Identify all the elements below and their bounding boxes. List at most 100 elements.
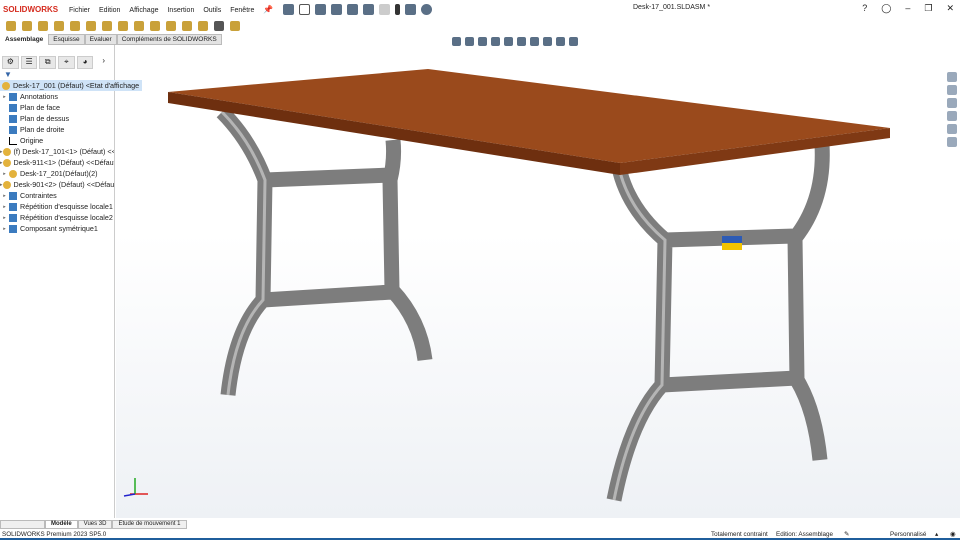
- zoom-to-fit-icon[interactable]: [452, 37, 461, 46]
- menu-5[interactable]: Fenêtre: [230, 7, 254, 14]
- mate-icon[interactable]: [22, 21, 32, 31]
- tree-item-label: Desk-901<2> (Défaut) <<Défaut>: [13, 180, 114, 189]
- section-view-icon[interactable]: [491, 37, 500, 46]
- property-manager-tab-icon[interactable]: ☰: [20, 56, 38, 69]
- appearances-icon[interactable]: [947, 124, 957, 134]
- tree-item[interactable]: Plan de face: [0, 102, 114, 113]
- tree-item[interactable]: Plan de dessus: [0, 113, 114, 124]
- units-selector[interactable]: Personnalisé: [890, 531, 926, 538]
- tree-item[interactable]: ▸ Contraintes: [0, 190, 114, 201]
- insert-component-icon[interactable]: [6, 21, 16, 31]
- view-palette-icon[interactable]: [947, 111, 957, 121]
- tree-item-label: Origine: [20, 136, 44, 145]
- dimxpert-tab-icon[interactable]: ⌖: [58, 56, 75, 69]
- new-icon[interactable]: [299, 3, 311, 15]
- snapshot-icon[interactable]: [214, 21, 224, 31]
- options-icon[interactable]: [421, 3, 433, 15]
- tree-item[interactable]: Origine: [0, 135, 114, 146]
- feature-manager-tab-icon[interactable]: ⚙: [2, 56, 19, 69]
- expand-arrow-icon[interactable]: ▸: [0, 94, 9, 100]
- help-icon[interactable]: ?: [862, 3, 867, 14]
- tab-bottom-0[interactable]: Modèle: [45, 520, 78, 529]
- tree-item[interactable]: Plan de droite: [0, 124, 114, 135]
- tree-item[interactable]: ▸ Desk-901<2> (Défaut) <<Défaut>: [0, 179, 114, 190]
- file-properties-icon[interactable]: [405, 3, 417, 15]
- expand-arrow-icon[interactable]: ▸: [0, 171, 9, 177]
- rebuild-status-icon[interactable]: ✎: [844, 531, 849, 538]
- tab-command-3[interactable]: Compléments de SOLIDWORKS: [116, 34, 222, 45]
- more-tabs-icon[interactable]: ›: [95, 56, 112, 69]
- tree-item[interactable]: ▸ (f) Desk-17_101<1> (Défaut) <<Dé: [0, 146, 114, 157]
- help-status-icon[interactable]: ◉: [950, 531, 956, 538]
- design-library-icon[interactable]: [947, 85, 957, 95]
- tree-item[interactable]: ▸ Répétition d'esquisse locale2: [0, 212, 114, 223]
- display-style-icon[interactable]: [517, 37, 526, 46]
- solidworks-logo[interactable]: SOLIDWORKS: [3, 5, 69, 14]
- tab-bottom-1[interactable]: Vues 3D: [77, 520, 113, 529]
- smart-fasteners-icon[interactable]: [70, 21, 80, 31]
- tab-bottom-2[interactable]: Etude de mouvement 1: [112, 520, 187, 529]
- front-right-leg: [606, 144, 830, 502]
- configuration-manager-tab-icon[interactable]: ⧉: [39, 56, 57, 69]
- minimize-icon[interactable]: –: [905, 3, 910, 14]
- show-hidden-icon[interactable]: [102, 21, 112, 31]
- bill-of-materials-icon[interactable]: [166, 21, 176, 31]
- tree-root[interactable]: Desk-17_001 (Défaut) <Etat d'affichage: [0, 80, 143, 91]
- scene-icon[interactable]: [556, 37, 565, 46]
- previous-view-icon[interactable]: [478, 37, 487, 46]
- restore-icon[interactable]: ❐: [924, 3, 932, 14]
- hide-show-icon[interactable]: [530, 37, 539, 46]
- reference-geometry-icon[interactable]: [134, 21, 144, 31]
- menu-3[interactable]: Insertion: [167, 7, 194, 14]
- filter-icon[interactable]: ▼: [0, 70, 114, 80]
- close-icon[interactable]: ✕: [946, 3, 954, 14]
- tree-item[interactable]: ▸ Composant symétrique1: [0, 223, 114, 234]
- assembly-features-icon[interactable]: [118, 21, 128, 31]
- menu-4[interactable]: Outils: [203, 7, 221, 14]
- tab-command-1[interactable]: Esquisse: [48, 34, 85, 45]
- exploded-view-icon[interactable]: [182, 21, 192, 31]
- rebuild-icon[interactable]: [395, 3, 401, 15]
- select-icon[interactable]: [379, 3, 391, 15]
- view-orientation-icon[interactable]: [504, 37, 513, 46]
- tree-item[interactable]: ▸ Annotations: [0, 91, 114, 102]
- undo-icon[interactable]: [363, 3, 375, 15]
- tree-item[interactable]: ▸ Répétition d'esquisse locale1: [0, 201, 114, 212]
- file-explorer-icon[interactable]: [947, 98, 957, 108]
- appearance-icon[interactable]: [543, 37, 552, 46]
- expand-arrow-icon[interactable]: ▸: [0, 215, 9, 221]
- menu-2[interactable]: Affichage: [129, 7, 158, 14]
- open-icon[interactable]: [315, 3, 327, 15]
- home-icon[interactable]: [283, 3, 295, 15]
- display-manager-tab-icon[interactable]: ◕: [76, 56, 94, 69]
- tab-command-0[interactable]: Assemblage: [0, 34, 49, 45]
- origin-icon: [9, 136, 17, 145]
- resources-icon[interactable]: [947, 72, 957, 82]
- user-icon[interactable]: ◯: [881, 3, 891, 14]
- title-bar: SOLIDWORKS Fichier Edition Affichage Insert…: [0, 0, 960, 18]
- graphics-area[interactable]: [116, 37, 960, 518]
- expand-arrow-icon[interactable]: ▸: [0, 226, 9, 232]
- component-preview-icon[interactable]: [38, 21, 48, 31]
- move-component-icon[interactable]: [86, 21, 96, 31]
- tree-item[interactable]: ▸ Desk-911<1> (Défaut) <<Défaut>: [0, 157, 114, 168]
- new-motion-study-icon[interactable]: [150, 21, 160, 31]
- linear-pattern-icon[interactable]: [54, 21, 64, 31]
- expand-arrow-icon[interactable]: ▸: [0, 193, 9, 199]
- tab-scroll-buttons[interactable]: [0, 520, 45, 529]
- units-dropdown-icon[interactable]: ▴: [935, 531, 938, 538]
- view-settings-icon[interactable]: [569, 37, 578, 46]
- save-icon[interactable]: [331, 3, 343, 15]
- print-icon[interactable]: [347, 3, 359, 15]
- instant3d-icon[interactable]: [198, 21, 208, 31]
- expand-arrow-icon[interactable]: ▸: [0, 204, 9, 210]
- zoom-area-icon[interactable]: [465, 37, 474, 46]
- tree-item[interactable]: ▸ Desk-17_201(Défaut)(2): [0, 168, 114, 179]
- custom-properties-icon[interactable]: [947, 137, 957, 147]
- command-tabs: Assemblage Esquisse Evaluer Compléments de …: [0, 34, 222, 45]
- menu-0[interactable]: Fichier: [69, 7, 90, 14]
- menu-1[interactable]: Edition: [99, 7, 120, 14]
- tab-command-2[interactable]: Evaluer: [84, 34, 117, 45]
- pin-icon[interactable]: 📌: [263, 5, 273, 14]
- update-icon[interactable]: [230, 21, 240, 31]
